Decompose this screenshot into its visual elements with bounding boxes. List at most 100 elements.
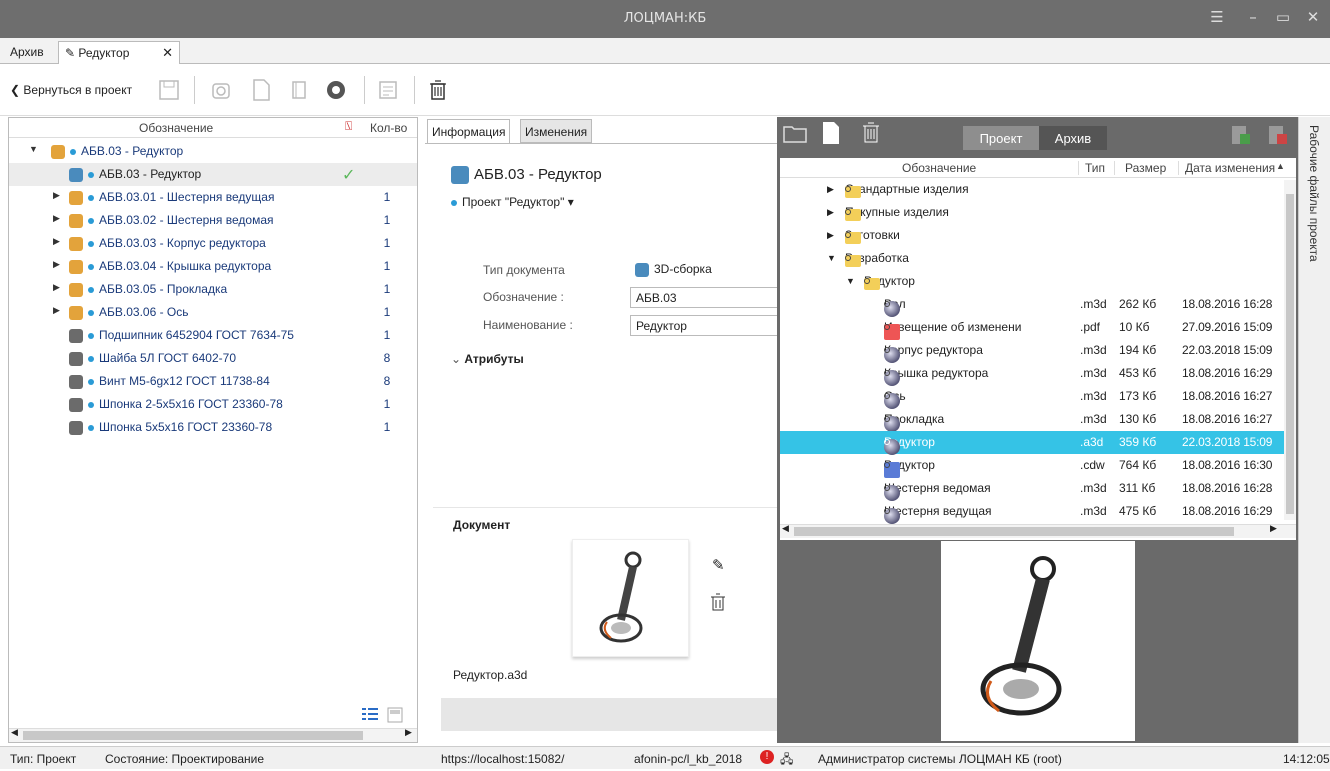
tab-reductor[interactable]: ✎ Редуктор ✕	[58, 41, 180, 64]
save-icon[interactable]	[155, 76, 183, 104]
file-preview[interactable]	[941, 541, 1135, 741]
designation-field[interactable]: АБВ.03	[630, 287, 780, 308]
tree-row[interactable]: ▶ АБВ.03.03 - Корпус редуктора 1	[9, 232, 417, 255]
tree-row[interactable]: Шпонка 2-5х5х16 ГОСТ 23360-78 1	[9, 393, 417, 416]
folder-row[interactable]: ▼ Редуктор	[780, 270, 1280, 293]
assembly-3d-icon[interactable]	[207, 76, 235, 104]
scroll-right-icon[interactable]: ▶	[1270, 524, 1277, 534]
tab-info[interactable]: Информация	[427, 119, 511, 143]
expand-arrow-icon[interactable]: ▶	[53, 236, 60, 247]
new-file-icon[interactable]	[821, 121, 841, 145]
file-row[interactable]: Прокладка .m3d 130 Кб 18.08.2016 16:27	[780, 408, 1280, 432]
tree-row[interactable]: Шайба 5Л ГОСТ 6402-70 8	[9, 347, 417, 370]
scrollbar-thumb[interactable]	[1286, 194, 1294, 514]
tree-row[interactable]: ▶ АБВ.03.02 - Шестерня ведомая 1	[9, 209, 417, 232]
column-designation[interactable]: Обозначение	[139, 121, 213, 135]
horizontal-scrollbar[interactable]: ◀ ▶	[780, 524, 1296, 538]
delete-file-icon[interactable]	[863, 121, 879, 143]
kb-settings-icon[interactable]	[322, 76, 350, 104]
file-row[interactable]: Ось.m3d173 Кб18.08.2016 16:27	[780, 385, 1280, 409]
delete-icon[interactable]	[424, 76, 452, 104]
expand-arrow-icon[interactable]: ▶	[53, 305, 60, 316]
tab-archive[interactable]: Архив	[4, 41, 50, 64]
expand-arrow-icon[interactable]: ▼	[827, 253, 836, 263]
column-designation[interactable]: Обозначение	[902, 161, 976, 175]
folder-row[interactable]: ▶ Стандартные изделия	[780, 178, 1280, 201]
name-field[interactable]: Редуктор	[630, 315, 780, 336]
expand-arrow-icon[interactable]: ▼	[846, 276, 855, 286]
file-row[interactable]: Шестерня ведомая .m3d 311 Кб 18.08.2016 16:…	[780, 477, 1280, 501]
tree-row[interactable]: ▶ АБВ.03.01 - Шестерня ведущая 1	[9, 186, 417, 209]
tree-row[interactable]: Подшипник 6452904 ГОСТ 7634-75 1	[9, 324, 417, 347]
file-row[interactable]: Извещение об изменени .pdf 10 Кб 27.09.2016…	[780, 316, 1280, 340]
attributes-toggle[interactable]: ⌄ Атрибуты	[451, 352, 524, 366]
menu-icon[interactable]: ☰	[1202, 8, 1232, 26]
toggle-archive[interactable]: Архив	[1039, 126, 1107, 150]
list-view-icon[interactable]	[361, 707, 381, 723]
open-folder-icon[interactable]	[783, 122, 807, 144]
tree-row[interactable]: ▶ АБВ.03.06 - Ось 1	[9, 301, 417, 324]
tree-row[interactable]: ▶ АБВ.03.05 - Прокладка 1	[9, 278, 417, 301]
column-type[interactable]: Тип	[1078, 161, 1105, 175]
file-row[interactable]: Крышка редуктора .m3d 453 Кб 18.08.2016 16:…	[780, 362, 1280, 386]
tree-row[interactable]: АБВ.03 - Редуктор ✓	[9, 163, 417, 186]
close-icon[interactable]: ✕	[1298, 8, 1328, 26]
scrollbar-thumb[interactable]	[794, 527, 1234, 536]
tab-close-icon[interactable]: ✕	[162, 45, 173, 61]
tile-view-icon[interactable]	[387, 707, 405, 723]
part-icon[interactable]	[285, 76, 313, 104]
tree-row[interactable]: Винт М5-6gx12 ГОСТ 11738-84 8	[9, 370, 417, 393]
toggle-project[interactable]: Проект	[963, 126, 1039, 150]
file-type: .a3d	[1080, 435, 1104, 449]
expand-arrow-icon[interactable]: ▶	[53, 282, 60, 293]
project-link-label: Проект "Редуктор"	[462, 195, 565, 209]
expand-arrow-icon[interactable]: ▶	[827, 184, 834, 195]
column-date[interactable]: Дата изменения	[1178, 161, 1275, 175]
tree-row-qty: 1	[383, 213, 391, 227]
scroll-right-icon[interactable]: ▶	[405, 728, 412, 738]
expand-arrow-icon[interactable]: ▶	[827, 230, 834, 241]
expand-arrow-icon[interactable]: ▶	[53, 190, 60, 201]
delete-document-icon[interactable]	[711, 593, 725, 611]
expand-arrow-icon[interactable]: ▼	[29, 144, 38, 154]
file-row[interactable]: Вал.m3d262 Кб18.08.2016 16:28	[780, 293, 1280, 317]
file-row[interactable]: Шестерня ведущая .m3d 475 Кб 18.08.2016 16:…	[780, 500, 1280, 524]
column-qty[interactable]: Кол-во	[370, 121, 407, 135]
edit-attributes-icon[interactable]	[374, 76, 402, 104]
checkin-icon[interactable]	[1230, 124, 1252, 146]
scroll-left-icon[interactable]: ◀	[11, 728, 18, 738]
new-document-icon[interactable]	[247, 76, 275, 104]
network-icon[interactable]: 🖧	[780, 750, 793, 771]
project-link[interactable]: Проект "Редуктор" ▾	[451, 195, 574, 209]
tree-row[interactable]: Шпонка 5х5х16 ГОСТ 23360-78 1	[9, 416, 417, 439]
vertical-scrollbar[interactable]	[1284, 180, 1296, 520]
tree-root[interactable]: ▼ АБВ.03 - Редуктор	[9, 140, 417, 163]
expand-arrow-icon[interactable]: ▶	[53, 213, 60, 224]
checkout-icon[interactable]	[1267, 124, 1289, 146]
sort-up-icon[interactable]: ▲	[1276, 161, 1285, 171]
folder-row[interactable]: ▶ Заготовки	[780, 224, 1280, 247]
document-thumbnail[interactable]	[572, 539, 689, 657]
folder-row[interactable]: ▶ Покупные изделия	[780, 201, 1280, 224]
back-to-project-button[interactable]: ❮ Вернуться в проект	[10, 83, 132, 97]
edit-pencil-icon[interactable]: ✎	[712, 556, 725, 574]
tree-row[interactable]: ▶ АБВ.03.04 - Крышка редуктора 1	[9, 255, 417, 278]
expand-arrow-icon[interactable]: ▶	[53, 259, 60, 270]
maximize-icon[interactable]: ▭	[1268, 8, 1298, 26]
tree-row-label: Винт М5-6gx12 ГОСТ 11738-84	[99, 374, 270, 388]
horizontal-scrollbar[interactable]: ◀ ▶	[9, 728, 417, 742]
expand-arrow-icon[interactable]: ▶	[827, 207, 834, 218]
file-row[interactable]: Редуктор .cdw 764 Кб 18.08.2016 16:30	[780, 454, 1280, 478]
folder-row[interactable]: ▼ Разработка	[780, 247, 1280, 270]
status-dot-icon	[88, 378, 94, 385]
file-row[interactable]: Корпус редуктора .m3d 194 Кб 22.03.2018 15:…	[780, 339, 1280, 363]
tab-changes[interactable]: Изменения	[520, 119, 593, 143]
file-type: .m3d	[1080, 481, 1107, 495]
scrollbar-thumb[interactable]	[23, 731, 363, 740]
project-files-side-tab[interactable]: Рабочие файлы проекта	[1298, 117, 1330, 743]
file-row[interactable]: Редуктор .a3d 359 Кб 22.03.2018 15:09	[780, 431, 1284, 455]
error-icon[interactable]: !	[760, 750, 774, 764]
scroll-left-icon[interactable]: ◀	[782, 524, 789, 534]
minimize-icon[interactable]: –	[1238, 8, 1268, 26]
column-size[interactable]: Размер	[1114, 161, 1166, 175]
